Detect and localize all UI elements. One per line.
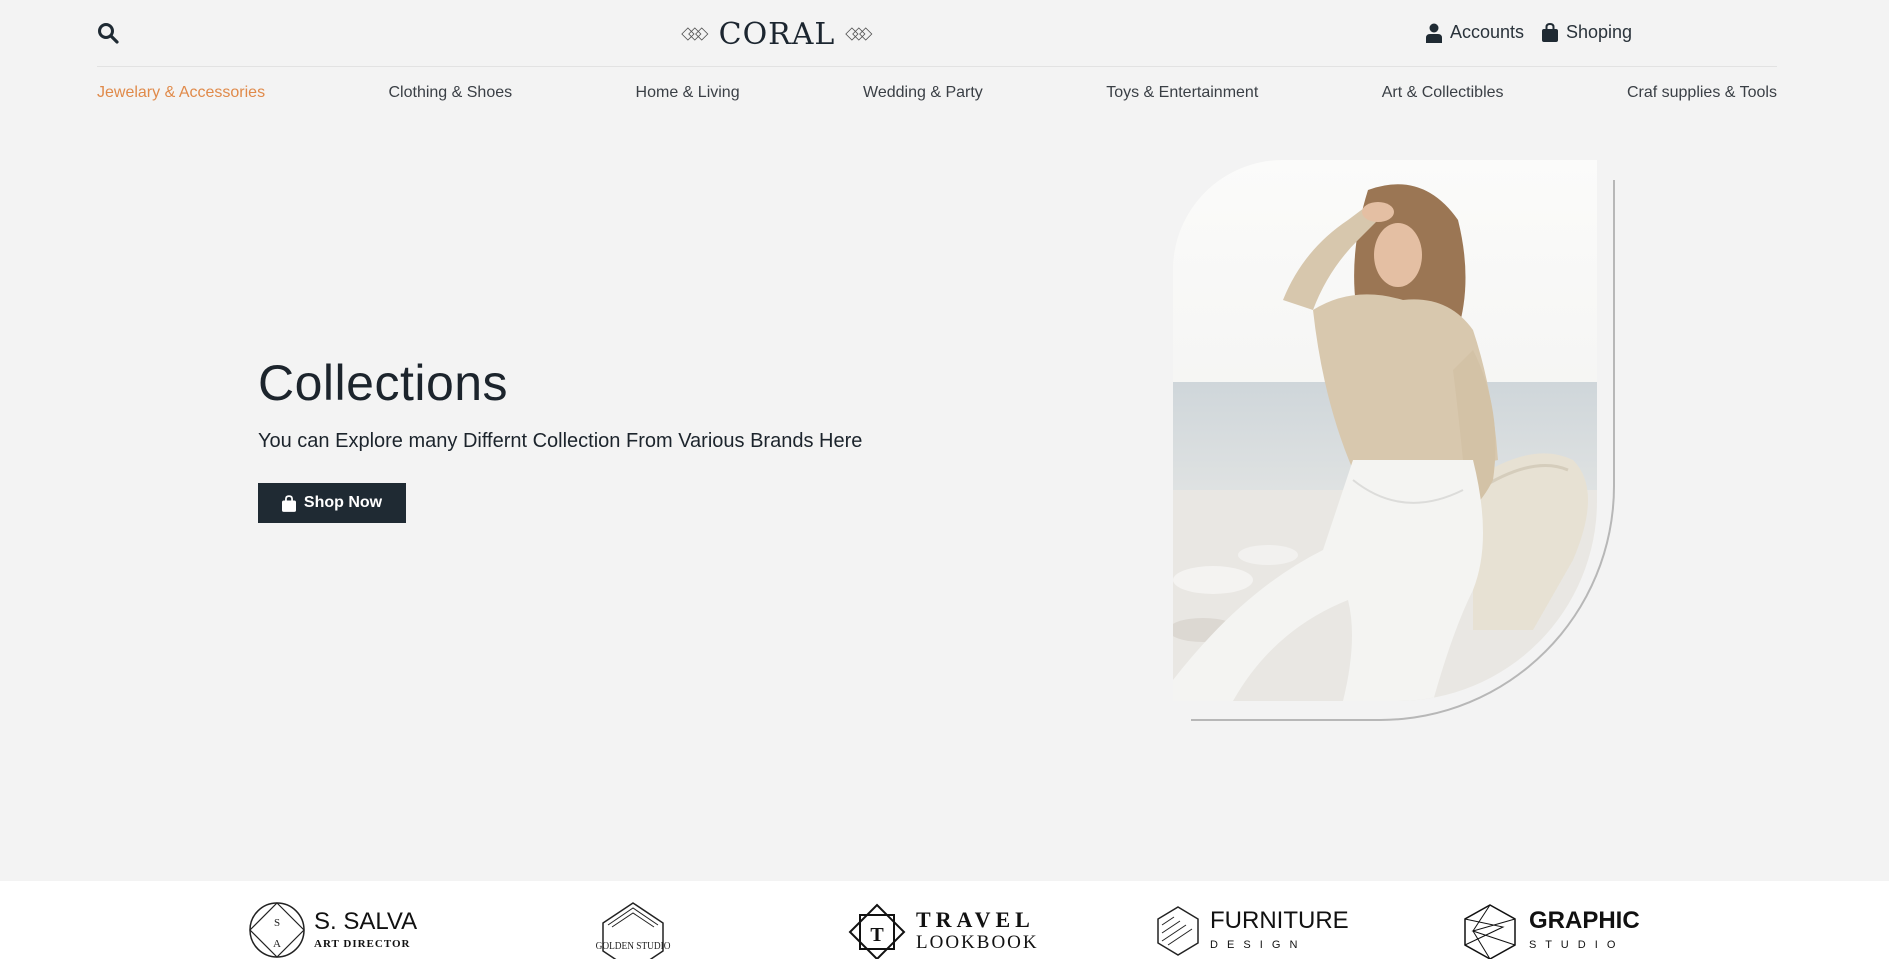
nav-item-toys[interactable]: Toys & Entertainment bbox=[1106, 84, 1258, 108]
user-icon bbox=[1426, 23, 1442, 43]
category-nav: Jewelary & Accessories Clothing & Shoes … bbox=[97, 84, 1777, 108]
nav-item-wedding[interactable]: Wedding & Party bbox=[863, 84, 983, 108]
bag-icon bbox=[1542, 23, 1558, 42]
bag-icon bbox=[281, 494, 296, 512]
golden-studio-badge-icon: GOLDEN STUDIO bbox=[596, 902, 671, 959]
furniture-name: FURNITURE bbox=[1210, 907, 1349, 934]
travel-name: TRAVEL bbox=[916, 906, 1035, 932]
brand-travel-lookbook[interactable]: T TRAVEL LOOKBOOK bbox=[846, 901, 1039, 959]
brand-golden-studio[interactable]: GOLDEN STUDIO bbox=[588, 901, 678, 959]
brand-strip: S A S. SALVA ART DIRECTOR GOLDEN STUDIO … bbox=[0, 881, 1889, 959]
logo-text: CORAL bbox=[718, 16, 836, 52]
shop-now-label: Shop Now bbox=[303, 494, 383, 511]
golden-studio-text: GOLDEN STUDIO bbox=[596, 940, 671, 952]
nav-item-jewelary[interactable]: Jewelary & Accessories bbox=[97, 84, 265, 108]
furniture-sub: D E S I G N bbox=[1210, 939, 1301, 951]
shop-now-button[interactable]: Shop Now bbox=[258, 483, 406, 523]
travel-badge-letter: T bbox=[870, 924, 884, 946]
salva-sub: ART DIRECTOR bbox=[314, 938, 411, 950]
site-header: CORAL Accounts Shoping bbox=[97, 0, 1777, 67]
accounts-label: Accounts bbox=[1450, 22, 1525, 42]
nav-item-art[interactable]: Art & Collectibles bbox=[1382, 84, 1504, 108]
hero-subtitle: You can Explore many Differnt Collection… bbox=[258, 430, 863, 452]
hero-title: Collections bbox=[258, 355, 509, 411]
salva-name: S. SALVA bbox=[314, 908, 418, 935]
brand-s-salva[interactable]: S A S. SALVA ART DIRECTOR bbox=[248, 901, 417, 959]
nav-item-craft[interactable]: Craf supplies & Tools bbox=[1627, 84, 1777, 108]
graphic-polygon-icon bbox=[1464, 904, 1516, 959]
nav-item-clothing[interactable]: Clothing & Shoes bbox=[388, 84, 512, 108]
travel-sub: LOOKBOOK bbox=[916, 931, 1039, 953]
brand-graphic-studio[interactable]: GRAPHIC S T U D I O bbox=[1459, 901, 1640, 959]
salva-monogram-icon: S A bbox=[249, 902, 305, 958]
brand-furniture-design[interactable]: FURNITURE D E S I G N bbox=[1154, 901, 1349, 959]
graphic-sub: S T U D I O bbox=[1529, 939, 1619, 951]
logo-ornament-left-icon bbox=[681, 27, 709, 41]
shopping-link[interactable]: Shoping bbox=[1542, 22, 1632, 43]
travel-badge-icon: T bbox=[848, 903, 906, 959]
nav-item-home[interactable]: Home & Living bbox=[636, 84, 740, 108]
furniture-cube-icon bbox=[1157, 906, 1199, 956]
salva-monogram-bottom: A bbox=[273, 938, 281, 950]
graphic-name: GRAPHIC bbox=[1529, 907, 1640, 934]
search-icon[interactable] bbox=[97, 22, 119, 44]
accounts-link[interactable]: Accounts bbox=[1426, 22, 1524, 43]
logo-ornament-right-icon bbox=[845, 27, 873, 41]
salva-monogram-top: S bbox=[274, 917, 280, 929]
hero-model-image bbox=[1173, 160, 1597, 701]
site-logo[interactable]: CORAL bbox=[681, 14, 873, 54]
shopping-label: Shoping bbox=[1566, 22, 1633, 42]
